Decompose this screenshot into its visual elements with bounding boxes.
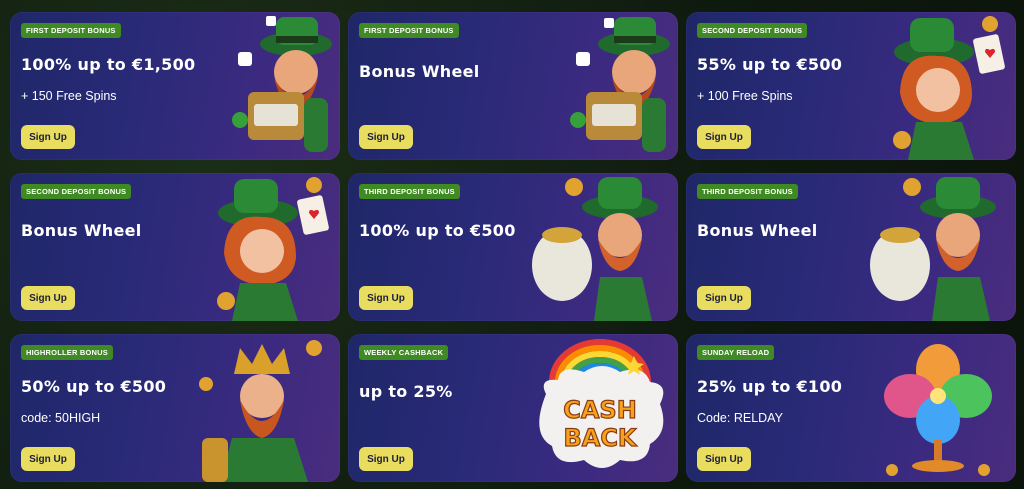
leprechaun-gold-sack-icon xyxy=(532,177,658,321)
promo-card-third-deposit-wheel: THIRD DEPOSIT BONUS Bonus Wheel Sign Up xyxy=(686,173,1016,321)
cash-back-rainbow-icon: CASH BACK xyxy=(539,339,664,468)
sign-up-button[interactable]: Sign Up xyxy=(359,447,413,471)
promo-title: up to 25% xyxy=(359,382,453,401)
promo-badge: FIRST DEPOSIT BONUS xyxy=(359,23,459,38)
redhead-lady-card-icon xyxy=(893,16,1005,160)
promo-card-highroller: HIGHROLLER BONUS 50% up to €500 code: 50… xyxy=(10,334,340,482)
sign-up-button[interactable]: Sign Up xyxy=(21,125,75,149)
sign-up-button[interactable]: Sign Up xyxy=(21,286,75,310)
promo-title: 100% up to €500 xyxy=(359,221,516,240)
promo-badge: THIRD DEPOSIT BONUS xyxy=(697,184,798,199)
promo-card-sunday-reload: SUNDAY RELOAD 25% up to €100 Code: RELDA… xyxy=(686,334,1016,482)
redhead-lady-card-icon xyxy=(217,177,329,321)
promo-card-first-deposit: FIRST DEPOSIT BONUS 100% up to €1,500 + … xyxy=(10,12,340,160)
promo-subtitle: + 100 Free Spins xyxy=(697,89,793,103)
promo-code: code: 50HIGH xyxy=(21,411,101,425)
promo-badge: WEEKLY CASHBACK xyxy=(359,345,449,360)
leprechaun-gold-sack-icon xyxy=(870,177,996,321)
promo-title: 55% up to €500 xyxy=(697,55,843,74)
sign-up-button[interactable]: Sign Up xyxy=(697,125,751,149)
promo-title: Bonus Wheel xyxy=(21,221,142,240)
promo-badge: FIRST DEPOSIT BONUS xyxy=(21,23,121,38)
leprechaun-slot-machine-icon xyxy=(232,16,332,152)
promo-card-second-deposit-wheel: SECOND DEPOSIT BONUS Bonus Wheel Sign Up xyxy=(10,173,340,321)
promo-card-first-deposit-wheel: FIRST DEPOSIT BONUS Bonus Wheel Sign Up xyxy=(348,12,678,160)
promo-badge: THIRD DEPOSIT BONUS xyxy=(359,184,460,199)
promo-title: 100% up to €1,500 xyxy=(21,55,196,74)
promo-subtitle: + 150 Free Spins xyxy=(21,89,117,103)
promo-title: Bonus Wheel xyxy=(359,62,480,81)
promo-badge: HIGHROLLER BONUS xyxy=(21,345,113,360)
sign-up-button[interactable]: Sign Up xyxy=(697,447,751,471)
promo-card-third-deposit: THIRD DEPOSIT BONUS 100% up to €500 Sign… xyxy=(348,173,678,321)
sign-up-button[interactable]: Sign Up xyxy=(359,125,413,149)
cash-art-text: CASH xyxy=(563,396,637,424)
promo-title: Bonus Wheel xyxy=(697,221,818,240)
promo-badge: SECOND DEPOSIT BONUS xyxy=(21,184,132,199)
promo-card-weekly-cashback: WEEKLY CASHBACK up to 25% Sign Up CASH B… xyxy=(348,334,678,482)
promo-title: 50% up to €500 xyxy=(21,377,167,396)
promotions-grid: FIRST DEPOSIT BONUS 100% up to €1,500 + … xyxy=(0,0,1024,489)
rainbow-clover-icon xyxy=(884,344,992,476)
leprechaun-king-icon xyxy=(199,340,322,482)
leprechaun-slot-machine-icon xyxy=(570,17,670,152)
promo-badge: SUNDAY RELOAD xyxy=(697,345,775,360)
sign-up-button[interactable]: Sign Up xyxy=(697,286,751,310)
sign-up-button[interactable]: Sign Up xyxy=(21,447,75,471)
back-art-text: BACK xyxy=(563,424,637,452)
promo-badge: SECOND DEPOSIT BONUS xyxy=(697,23,808,38)
promo-code: Code: RELDAY xyxy=(697,411,783,425)
promo-title: 25% up to €100 xyxy=(697,377,843,396)
sign-up-button[interactable]: Sign Up xyxy=(359,286,413,310)
promo-card-second-deposit: SECOND DEPOSIT BONUS 55% up to €500 + 10… xyxy=(686,12,1016,160)
